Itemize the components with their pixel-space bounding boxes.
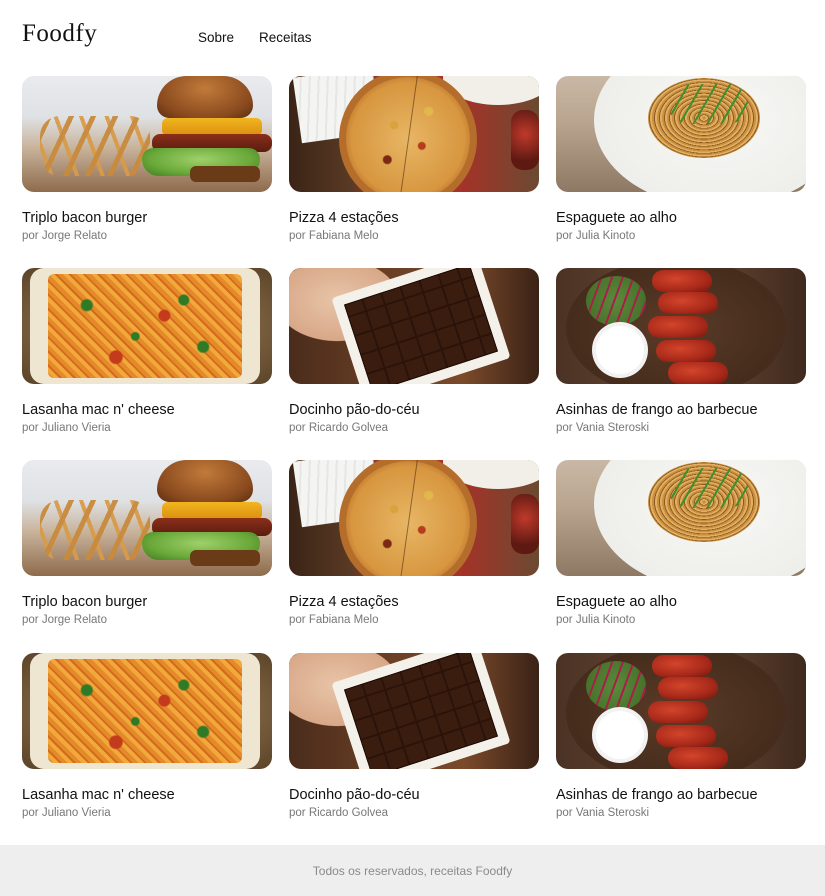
recipe-author: por Jorge Relato	[22, 614, 108, 626]
recipe-title[interactable]: Asinhas de frango ao barbecue	[556, 787, 806, 803]
recipe-title[interactable]: Espaguete ao alho	[556, 210, 806, 226]
bun-top-shape	[157, 460, 253, 502]
recipe-title[interactable]: Triplo bacon burger	[22, 594, 272, 610]
recipe-author: por Ricardo Golvea	[289, 807, 389, 819]
recipe-author: por Ricardo Golvea	[289, 422, 389, 434]
recipe-author: por Julia Kinoto	[556, 614, 636, 626]
pizza-shape	[339, 460, 477, 576]
footer: Todos os reservados, receitas Foodfy	[0, 845, 825, 896]
wing-shape	[652, 270, 712, 292]
recipe-image-burger[interactable]	[22, 76, 272, 192]
recipe-image-wings[interactable]	[556, 653, 806, 769]
bun-bottom-shape	[190, 166, 260, 182]
recipe-author: por Vania Steroski	[556, 422, 650, 434]
recipe-card[interactable]: Espaguete ao alho por Julia Kinoto	[556, 460, 806, 653]
wing-shape	[656, 340, 716, 362]
recipe-author: por Fabiana Melo	[289, 230, 379, 242]
recipe-card[interactable]: Triplo bacon burger por Jorge Relato	[22, 76, 272, 268]
recipe-image-chocolate[interactable]	[289, 653, 539, 769]
recipe-title[interactable]: Docinho pão-do-céu	[289, 787, 539, 803]
recipe-title[interactable]: Lasanha mac n' cheese	[22, 787, 272, 803]
bottle-shape	[511, 494, 539, 554]
fries-shape	[40, 500, 150, 560]
recipe-title[interactable]: Lasanha mac n' cheese	[22, 402, 272, 418]
recipe-image-wings[interactable]	[556, 268, 806, 384]
fries-shape	[40, 116, 150, 176]
recipe-card[interactable]: Docinho pão-do-céu por Ricardo Golvea	[289, 268, 539, 460]
dip-bowl-shape	[592, 707, 648, 763]
recipe-card[interactable]: Pizza 4 estações por Fabiana Melo	[289, 76, 539, 268]
bun-bottom-shape	[190, 550, 260, 566]
main-nav: Sobre Receitas	[198, 30, 312, 45]
recipe-card[interactable]: Asinhas de frango ao barbecue por Vania …	[556, 653, 806, 846]
nav-link-sobre[interactable]: Sobre	[198, 30, 234, 45]
recipe-card[interactable]: Triplo bacon burger por Jorge Relato	[22, 460, 272, 653]
recipe-grid: Triplo bacon burger por Jorge Relato Piz…	[22, 76, 806, 846]
recipe-title[interactable]: Triplo bacon burger	[22, 210, 272, 226]
recipe-card[interactable]: Asinhas de frango ao barbecue por Vania …	[556, 268, 806, 460]
recipe-author: por Juliano Vieria	[22, 807, 111, 819]
chocolates-shape	[344, 268, 498, 384]
bun-top-shape	[157, 76, 253, 118]
recipe-author: por Jorge Relato	[22, 230, 108, 242]
lasagna-fill-shape	[48, 659, 242, 763]
recipe-author: por Juliano Vieria	[22, 422, 111, 434]
recipe-title[interactable]: Pizza 4 estações	[289, 210, 539, 226]
recipe-image-chocolate[interactable]	[289, 268, 539, 384]
wing-shape	[648, 316, 708, 338]
wing-shape	[658, 292, 718, 314]
recipe-image-pizza[interactable]	[289, 76, 539, 192]
recipe-image-lasagna[interactable]	[22, 268, 272, 384]
recipe-card[interactable]: Lasanha mac n' cheese por Juliano Vieria	[22, 653, 272, 846]
recipe-image-spaghetti[interactable]	[556, 76, 806, 192]
recipe-title[interactable]: Pizza 4 estações	[289, 594, 539, 610]
recipe-card[interactable]: Lasanha mac n' cheese por Juliano Vieria	[22, 268, 272, 460]
recipe-author: por Julia Kinoto	[556, 230, 636, 242]
page: Foodfy Sobre Receitas Triplo bacon burge…	[0, 0, 825, 896]
salad-shape	[586, 276, 646, 326]
recipe-author: por Fabiana Melo	[289, 614, 379, 626]
wing-shape	[648, 701, 708, 723]
herbs-shape	[668, 84, 748, 124]
nav-link-receitas[interactable]: Receitas	[259, 30, 312, 45]
wing-shape	[652, 655, 712, 677]
recipe-author: por Vania Steroski	[556, 807, 650, 819]
recipe-card[interactable]: Pizza 4 estações por Fabiana Melo	[289, 460, 539, 653]
dip-bowl-shape	[592, 322, 648, 378]
recipe-image-spaghetti[interactable]	[556, 460, 806, 576]
logo[interactable]: Foodfy	[22, 20, 97, 48]
recipe-image-lasagna[interactable]	[22, 653, 272, 769]
pizza-shape	[339, 76, 477, 192]
recipe-title[interactable]: Docinho pão-do-céu	[289, 402, 539, 418]
footer-text: Todos os reservados, receitas Foodfy	[312, 863, 513, 878]
recipe-card[interactable]: Docinho pão-do-céu por Ricardo Golvea	[289, 653, 539, 846]
recipe-card[interactable]: Espaguete ao alho por Julia Kinoto	[556, 76, 806, 268]
chocolates-shape	[344, 653, 498, 769]
wing-shape	[658, 677, 718, 699]
bottle-shape	[511, 110, 539, 170]
recipe-title[interactable]: Espaguete ao alho	[556, 594, 806, 610]
recipe-image-pizza[interactable]	[289, 460, 539, 576]
salad-shape	[586, 661, 646, 711]
wing-shape	[656, 725, 716, 747]
wing-shape	[668, 362, 728, 384]
header: Foodfy Sobre Receitas	[0, 0, 825, 76]
herbs-shape	[668, 468, 748, 508]
wing-shape	[668, 747, 728, 769]
recipe-image-burger[interactable]	[22, 460, 272, 576]
lasagna-fill-shape	[48, 274, 242, 378]
recipe-title[interactable]: Asinhas de frango ao barbecue	[556, 402, 806, 418]
